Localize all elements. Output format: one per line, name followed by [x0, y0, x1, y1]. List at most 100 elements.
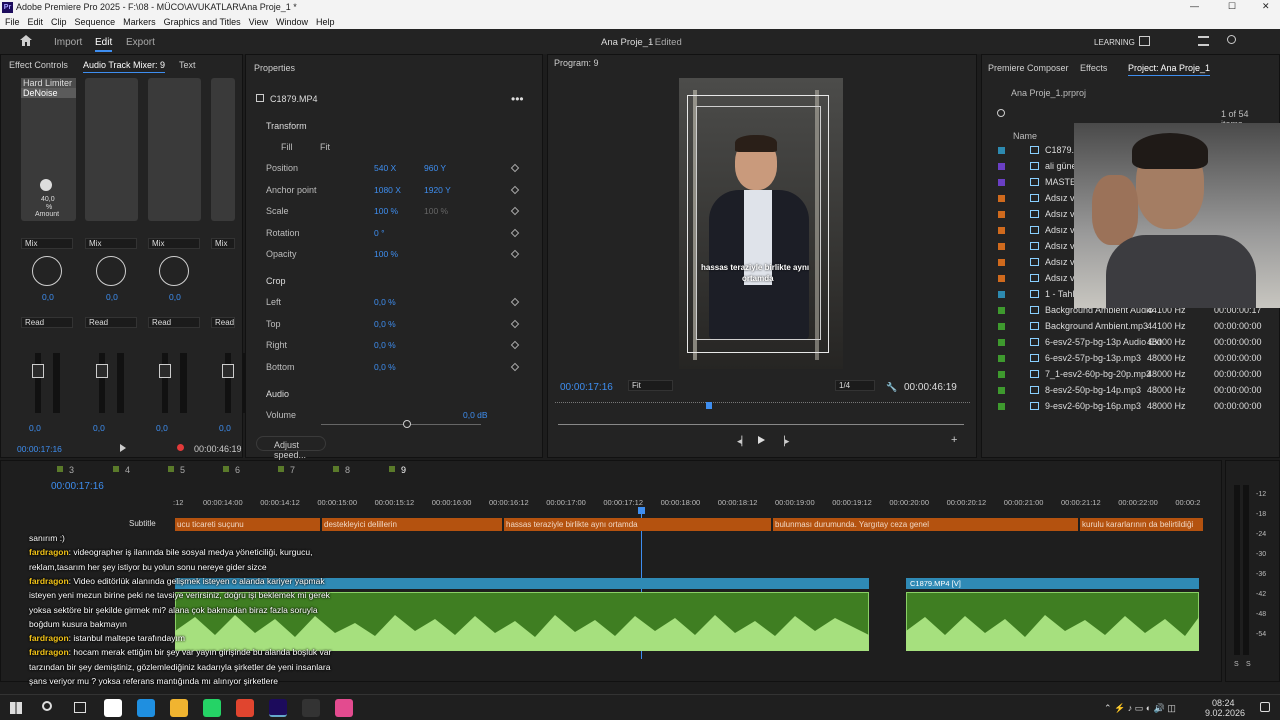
tab-effect-controls[interactable]: Effect Controls: [9, 57, 68, 73]
menu-window[interactable]: Window: [276, 17, 308, 27]
fader-track[interactable]: [99, 353, 105, 413]
tab-project[interactable]: Project: Ana Proje_1: [1128, 60, 1211, 76]
task-view-icon[interactable]: [74, 702, 86, 713]
program-video-frame[interactable]: hassas teraziyle birlikte aynı ortamda: [679, 78, 843, 369]
read-dropdown[interactable]: Read: [148, 317, 200, 328]
keyframe-icon[interactable]: [510, 340, 520, 350]
learning-button[interactable]: LEARNING: [1094, 38, 1135, 47]
keyframe-icon[interactable]: [510, 206, 520, 216]
keyframe-icon[interactable]: [510, 185, 520, 194]
mix-dropdown[interactable]: Mix: [85, 238, 137, 249]
notification-icon[interactable]: [1260, 702, 1270, 712]
fader-track[interactable]: [162, 353, 168, 413]
read-dropdown[interactable]: Read: [85, 317, 137, 328]
mixer-timecode[interactable]: 00:00:17:16: [17, 444, 62, 454]
effect-denoise[interactable]: DeNoise: [21, 88, 76, 98]
sequence-tab[interactable]: 6: [235, 465, 240, 475]
quality-dropdown[interactable]: 1/4: [835, 380, 875, 391]
keyframe-icon[interactable]: [510, 228, 520, 237]
volume-slider[interactable]: [321, 424, 481, 425]
menu-file[interactable]: File: [5, 17, 20, 27]
crop-value[interactable]: 0,0 %: [374, 319, 396, 329]
play-icon[interactable]: [120, 444, 126, 452]
maximize-button[interactable]: ☐: [1228, 1, 1236, 12]
search-icon[interactable]: [1227, 35, 1236, 44]
clock-time[interactable]: 08:24: [1212, 698, 1235, 708]
pan-value[interactable]: 0,0: [42, 292, 54, 302]
read-dropdown[interactable]: Read: [21, 317, 73, 328]
effect-strip-4[interactable]: [211, 78, 235, 221]
sequence-tab[interactable]: 8: [345, 465, 350, 475]
fit-option[interactable]: Fit: [320, 142, 330, 152]
close-button[interactable]: ✕: [1262, 1, 1270, 12]
subtitle-clip[interactable]: ucu ticareti suçunu: [175, 518, 320, 531]
files-app-icon[interactable]: [170, 699, 188, 717]
app-app-icon[interactable]: [335, 699, 353, 717]
prop-value[interactable]: 100 %: [374, 206, 398, 216]
keyframe-icon[interactable]: [510, 249, 520, 259]
subtitle-clip[interactable]: bulunması durumunda. Yargıtay ceza genel: [773, 518, 1078, 531]
sequence-tab[interactable]: 5: [180, 465, 185, 475]
tab-effects[interactable]: Effects: [1080, 60, 1107, 76]
timeline-timecode[interactable]: 00:00:17:16: [51, 481, 104, 492]
home-icon[interactable]: [20, 35, 32, 46]
volume-slider-handle[interactable]: [403, 420, 411, 428]
project-item[interactable]: Background Ambient.mp3 44100 Hz 00:00:00:0…: [982, 319, 1272, 335]
ai-app-icon[interactable]: [104, 699, 122, 717]
keyframe-icon[interactable]: [510, 297, 520, 307]
project-search-icon[interactable]: [997, 109, 1005, 117]
prop-value-2[interactable]: 100 %: [424, 206, 448, 216]
menu-edit[interactable]: Edit: [28, 17, 44, 27]
prop-value[interactable]: 1080 X: [374, 185, 401, 195]
crop-section-label[interactable]: Crop: [266, 276, 286, 286]
sequence-tab[interactable]: 4: [125, 465, 130, 475]
menu-help[interactable]: Help: [316, 17, 335, 27]
panel-icon[interactable]: [1139, 36, 1150, 46]
mix-dropdown[interactable]: Mix: [211, 238, 235, 249]
wrench-icon[interactable]: 🔧: [886, 382, 897, 393]
premiere-app-icon[interactable]: [269, 699, 287, 717]
effect-strip-2[interactable]: [85, 78, 138, 221]
effect-hard-limiter[interactable]: Hard Limiter: [21, 78, 76, 88]
chrome-app-icon[interactable]: [236, 699, 254, 717]
minimize-button[interactable]: —: [1190, 1, 1199, 11]
tray-icons[interactable]: ⌃ ⚡ ♪ ▭ ◐ 🔊 ◫: [1104, 703, 1176, 714]
fit-dropdown[interactable]: Fit: [628, 380, 673, 391]
whatsapp-app-icon[interactable]: [203, 699, 221, 717]
fill-option[interactable]: Fill: [281, 142, 293, 152]
tab-audio-track-mixer[interactable]: Audio Track Mixer: 9: [83, 57, 166, 73]
obs-app-icon[interactable]: [302, 699, 320, 717]
fader-handle[interactable]: [32, 364, 44, 378]
effect-strip-1[interactable]: Hard Limiter DeNoise 40,0 % Amount: [21, 78, 76, 221]
read-dropdown[interactable]: Read: [211, 317, 235, 328]
menu-clip[interactable]: Clip: [51, 17, 67, 27]
volume-value[interactable]: 0,0 dB: [463, 410, 488, 420]
mix-dropdown[interactable]: Mix: [21, 238, 73, 249]
prop-value-2[interactable]: 960 Y: [424, 163, 446, 173]
adjust-speed-button[interactable]: Adjust speed...: [256, 436, 326, 460]
audio-section-label[interactable]: Audio: [266, 389, 289, 399]
sequence-tab[interactable]: 9: [401, 465, 406, 475]
prop-value[interactable]: 0 °: [374, 228, 385, 238]
amount-knob[interactable]: [40, 179, 52, 191]
subtitle-clip[interactable]: hassas teraziyle birlikte aynı ortamda: [504, 518, 771, 531]
program-timecode[interactable]: 00:00:17:16: [560, 382, 613, 393]
fader-handle[interactable]: [222, 364, 234, 378]
project-item[interactable]: 6-esv2-57p-bg-13p Audio Ext 48000 Hz 00:00…: [982, 335, 1272, 351]
menu-graphics-and-titles[interactable]: Graphics and Titles: [164, 17, 241, 27]
clock-date[interactable]: 9.02.2026: [1205, 708, 1245, 718]
keyframe-icon[interactable]: [510, 319, 520, 328]
record-icon[interactable]: [177, 444, 184, 451]
menu-sequence[interactable]: Sequence: [75, 17, 116, 27]
edge-app-icon[interactable]: [137, 699, 155, 717]
taskbar-search-icon[interactable]: [42, 701, 52, 711]
fader-track[interactable]: [225, 353, 231, 413]
name-column-header[interactable]: Name: [1013, 131, 1037, 141]
tab-import[interactable]: Import: [54, 37, 82, 48]
pan-value[interactable]: 0,0: [106, 292, 118, 302]
crop-value[interactable]: 0,0 %: [374, 297, 396, 307]
subtitle-clip[interactable]: kurulu kararlarının da belirtildiği: [1080, 518, 1203, 531]
program-scrubber[interactable]: [555, 402, 970, 411]
sequence-tab[interactable]: 3: [69, 465, 74, 475]
add-icon[interactable]: +: [951, 434, 957, 446]
